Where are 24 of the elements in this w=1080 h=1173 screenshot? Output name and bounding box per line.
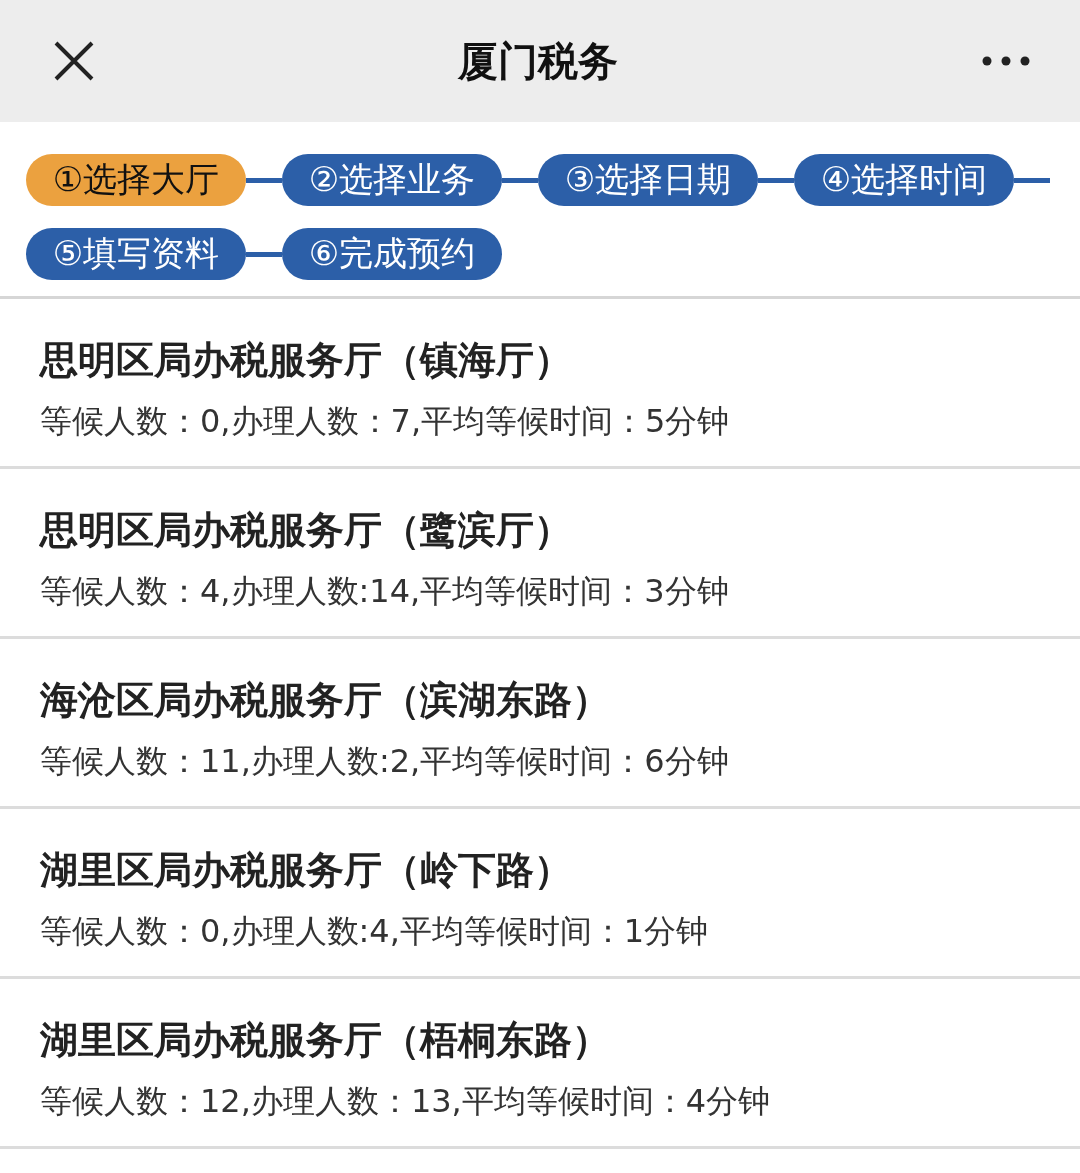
hall-stats: 等候人数：4,办理人数:14,平均等候时间：3分钟 [40, 571, 730, 612]
hall-item[interactable]: 湖里区局办税服务厅（岭下路） 等候人数：0,办理人数:4,平均等候时间：1分钟 [0, 809, 1080, 979]
step-pill: ⑤填写资料 [26, 228, 246, 280]
step-pill: ④选择时间 [794, 154, 1014, 206]
hall-name: 思明区局办税服务厅（鹭滨厅） [40, 507, 573, 554]
step-pill: ①选择大厅 [26, 154, 246, 206]
hall-stats: 等候人数：11,办理人数:2,平均等候时间：6分钟 [40, 741, 730, 782]
hall-stats: 等候人数：0,办理人数:4,平均等候时间：1分钟 [40, 911, 710, 952]
step-pill: ③选择日期 [538, 154, 758, 206]
more-icon[interactable] [982, 56, 1030, 66]
hall-name: 湖里区局办税服务厅（岭下路） [40, 847, 573, 894]
hall-item[interactable]: 思明区局办税服务厅（镇海厅） 等候人数：0,办理人数：7,平均等候时间：5分钟 [0, 299, 1080, 469]
hall-name: 海沧区局办税服务厅（滨湖东路） [40, 677, 611, 724]
hall-stats: 等候人数：12,办理人数：13,平均等候时间：4分钟 [40, 1081, 772, 1122]
hall-item[interactable]: 海沧区局办税服务厅（滨湖东路） 等候人数：11,办理人数:2,平均等候时间：6分钟 [0, 639, 1080, 809]
hall-name: 思明区局办税服务厅（镇海厅） [40, 337, 573, 384]
hall-item[interactable]: 思明区局办税服务厅（鹭滨厅） 等候人数：4,办理人数:14,平均等候时间：3分钟 [0, 469, 1080, 639]
close-icon[interactable] [54, 41, 94, 81]
hall-item[interactable]: 湖里区局办税服务厅（梧桐东路） 等候人数：12,办理人数：13,平均等候时间：4分钟 [0, 979, 1080, 1149]
hall-name: 湖里区局办税服务厅（梧桐东路） [40, 1017, 611, 1064]
step-pill: ②选择业务 [282, 154, 502, 206]
hall-stats: 等候人数：0,办理人数：7,平均等候时间：5分钟 [40, 401, 731, 442]
page-title: 厦门税务 [458, 36, 618, 86]
step-pill: ⑥完成预约 [282, 228, 502, 280]
